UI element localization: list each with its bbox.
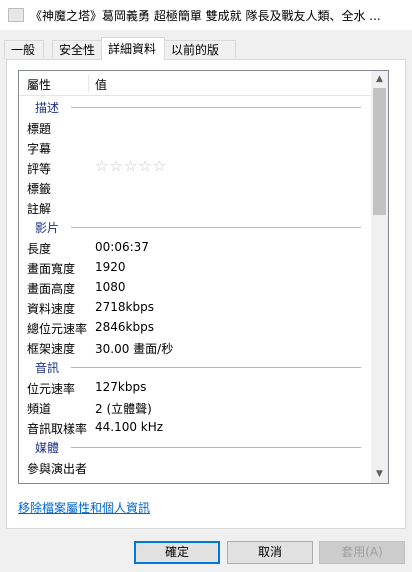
property-name: 標題	[27, 122, 52, 136]
group-video: 影片	[19, 217, 371, 237]
list-header: 屬性 值	[19, 71, 371, 96]
row-audio-bitrate[interactable]: 位元速率 127kbps	[19, 377, 371, 397]
row-frame-height[interactable]: 畫面高度 1080	[19, 277, 371, 297]
scroll-up-arrow-icon[interactable]: ▲	[371, 71, 388, 88]
cancel-button[interactable]: 取消	[227, 541, 313, 564]
row-comments[interactable]: 註解	[19, 197, 371, 217]
group-divider	[71, 367, 361, 368]
row-channels[interactable]: 頻道 2 (立體聲)	[19, 397, 371, 417]
row-title[interactable]: 標題	[19, 117, 371, 137]
column-property[interactable]: 屬性	[27, 76, 51, 93]
property-value: 1080	[95, 280, 126, 294]
scroll-down-arrow-icon[interactable]: ▼	[371, 466, 388, 483]
property-name: 註解	[27, 202, 52, 216]
property-value: 2718kbps	[95, 300, 154, 314]
property-name: 資料速度	[27, 302, 76, 316]
row-frame-rate[interactable]: 框架速度 30.00 畫面/秒	[19, 337, 371, 357]
tab-details[interactable]: 詳細資料	[101, 37, 165, 60]
property-name: 標籤	[27, 182, 52, 196]
property-name: 畫面高度	[27, 282, 76, 296]
column-value[interactable]: 值	[95, 76, 107, 93]
group-divider	[71, 447, 361, 448]
property-name: 長度	[27, 242, 52, 256]
row-tags[interactable]: 標籤	[19, 177, 371, 197]
row-length[interactable]: 長度 00:06:37	[19, 237, 371, 257]
property-name: 參與演出者	[27, 462, 88, 476]
row-frame-width[interactable]: 畫面寬度 1920	[19, 257, 371, 277]
group-label: 影片	[35, 221, 60, 235]
title-bar: 《神魔之塔》葛岡義勇 超極簡單 雙成就 隊長及戰友人類、全水 ...	[0, 0, 412, 30]
property-value: 1920	[95, 260, 126, 274]
group-divider	[71, 227, 361, 228]
row-total-bitrate[interactable]: 總位元速率 2846kbps	[19, 317, 371, 337]
property-name: 頻道	[27, 402, 52, 416]
property-name: 位元速率	[27, 382, 76, 396]
row-contributing-artists[interactable]: 參與演出者	[19, 457, 371, 477]
properties-list: 屬性 值 描述 標題 字幕 評等 ☆☆☆☆☆ 標籤 註解 影片 長度 00:06…	[18, 70, 389, 484]
apply-button[interactable]: 套用(A)	[319, 541, 405, 564]
column-divider[interactable]	[88, 75, 89, 92]
property-value: 2 (立體聲)	[95, 402, 152, 416]
property-rows: 描述 標題 字幕 評等 ☆☆☆☆☆ 標籤 註解 影片 長度 00:06:37 畫…	[19, 97, 371, 477]
tab-general[interactable]: 一般	[4, 40, 44, 59]
property-value: 44.100 kHz	[95, 420, 164, 434]
rating-stars-icon[interactable]: ☆☆☆☆☆	[95, 157, 167, 175]
row-data-rate[interactable]: 資料速度 2718kbps	[19, 297, 371, 317]
ok-button[interactable]: 確定	[134, 541, 220, 564]
property-name: 評等	[27, 162, 52, 176]
property-name: 字幕	[27, 142, 52, 156]
group-audio: 音訊	[19, 357, 371, 377]
row-rating[interactable]: 評等 ☆☆☆☆☆	[19, 157, 371, 177]
property-value: 30.00 畫面/秒	[95, 342, 174, 356]
row-sample-rate[interactable]: 音訊取樣率 44.100 kHz	[19, 417, 371, 437]
tab-previous-versions[interactable]: 以前的版本	[164, 40, 236, 76]
group-media: 媒體	[19, 437, 371, 457]
property-name: 框架速度	[27, 342, 76, 356]
property-value: 00:06:37	[95, 240, 149, 254]
group-label: 音訊	[35, 361, 60, 375]
property-value: 2846kbps	[95, 320, 154, 334]
tab-security[interactable]: 安全性	[52, 40, 102, 59]
property-name: 畫面寬度	[27, 262, 76, 276]
property-value: 127kbps	[95, 380, 147, 394]
group-label: 描述	[35, 101, 60, 115]
group-description: 描述	[19, 97, 371, 117]
window-title: 《神魔之塔》葛岡義勇 超極簡單 雙成就 隊長及戰友人類、全水 ...	[30, 9, 381, 23]
scrollbar-thumb[interactable]	[373, 88, 386, 215]
file-icon	[8, 8, 24, 22]
property-name: 音訊取樣率	[27, 422, 88, 436]
property-name: 總位元速率	[27, 322, 88, 336]
row-subtitle[interactable]: 字幕	[19, 137, 371, 157]
remove-properties-link[interactable]: 移除檔案屬性和個人資訊	[18, 499, 150, 516]
vertical-scrollbar[interactable]: ▲ ▼	[371, 71, 388, 483]
group-label: 媒體	[35, 441, 60, 455]
group-divider	[71, 107, 361, 108]
